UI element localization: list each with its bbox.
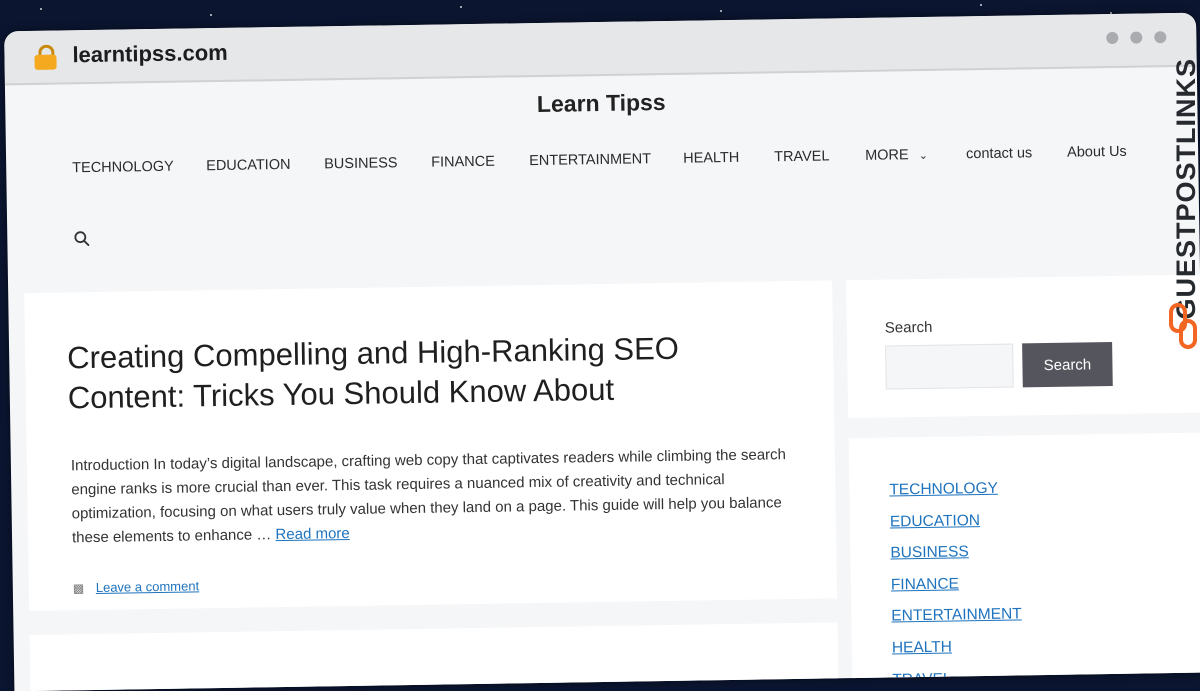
nav-item-technology[interactable]: TECHNOLOGY: [72, 159, 174, 177]
window-dot-2[interactable]: [1130, 31, 1143, 44]
link-logo-icon: [1169, 303, 1197, 349]
read-more-link[interactable]: Read more: [275, 525, 349, 543]
window-controls: [1106, 31, 1167, 45]
category-list: TECHNOLOGY EDUCATION BUSINESS FINANCE EN…: [889, 479, 1023, 691]
list-item: EDUCATION: [890, 511, 1021, 545]
lock-icon: [34, 44, 57, 70]
url-text[interactable]: learntipss.com: [72, 40, 228, 68]
list-item: TRAVEL: [892, 669, 1023, 691]
comments-icon: ▩: [72, 581, 85, 596]
main-nav: TECHNOLOGY EDUCATION BUSINESS FINANCE EN…: [72, 143, 1152, 177]
category-link-business[interactable]: BUSINESS: [890, 543, 969, 561]
nav-item-about[interactable]: About Us: [1067, 144, 1127, 161]
category-link-finance[interactable]: FINANCE: [891, 575, 959, 593]
list-item: ENTERTAINMENT: [891, 606, 1022, 640]
category-link-technology[interactable]: TECHNOLOGY: [889, 480, 998, 499]
next-post-card: [29, 622, 839, 691]
search-icon[interactable]: [73, 230, 91, 248]
list-item: FINANCE: [891, 574, 1022, 608]
sidebar-categories-widget: TECHNOLOGY EDUCATION BUSINESS FINANCE EN…: [848, 432, 1200, 691]
post-excerpt-text: Introduction In today’s digital landscap…: [70, 446, 787, 547]
site-title[interactable]: Learn Tipss: [5, 81, 1197, 127]
sidebar-search-widget: Search Search: [846, 274, 1200, 419]
window-dot-1[interactable]: [1106, 31, 1119, 45]
search-input[interactable]: [885, 343, 1014, 390]
category-link-entertainment[interactable]: ENTERTAINMENT: [891, 606, 1022, 625]
guestpostlinks-watermark: GUESTPOSTLINKS: [1158, 50, 1200, 360]
post-title[interactable]: Creating Compelling and High-Ranking SEO…: [67, 327, 768, 417]
watermark-text: GUESTPOSTLINKS: [1171, 58, 1200, 320]
search-label: Search: [884, 318, 933, 337]
post-meta: ▩ Leave a comment: [73, 578, 200, 595]
nav-item-more-label: MORE: [865, 147, 909, 164]
nav-item-business[interactable]: BUSINESS: [324, 155, 398, 172]
nav-item-contact[interactable]: contact us: [966, 145, 1032, 162]
window-dot-3[interactable]: [1154, 31, 1167, 44]
search-button[interactable]: Search: [1022, 341, 1113, 388]
nav-item-more[interactable]: MORE ⌄: [865, 147, 928, 164]
nav-item-travel[interactable]: TRAVEL: [774, 148, 830, 165]
list-item: TECHNOLOGY: [889, 479, 1020, 513]
address-bar[interactable]: learntipss.com: [4, 12, 1197, 86]
category-link-health[interactable]: HEALTH: [892, 639, 952, 657]
list-item: HEALTH: [892, 637, 1023, 671]
nav-item-health[interactable]: HEALTH: [683, 150, 739, 167]
category-link-education[interactable]: EDUCATION: [890, 512, 980, 530]
list-item: BUSINESS: [890, 543, 1021, 577]
post-excerpt: Introduction In today’s digital landscap…: [71, 443, 802, 550]
post-card: Creating Compelling and High-Ranking SEO…: [24, 280, 838, 612]
nav-item-finance[interactable]: FINANCE: [431, 154, 495, 171]
browser-window: learntipss.com Learn Tipss TECHNOLOGY ED…: [4, 12, 1200, 691]
nav-item-education[interactable]: EDUCATION: [206, 157, 291, 174]
category-link-travel[interactable]: TRAVEL: [892, 670, 951, 688]
leave-comment-link[interactable]: Leave a comment: [96, 578, 200, 595]
chevron-down-icon: ⌄: [918, 149, 928, 163]
nav-item-entertainment[interactable]: ENTERTAINMENT: [529, 151, 651, 169]
